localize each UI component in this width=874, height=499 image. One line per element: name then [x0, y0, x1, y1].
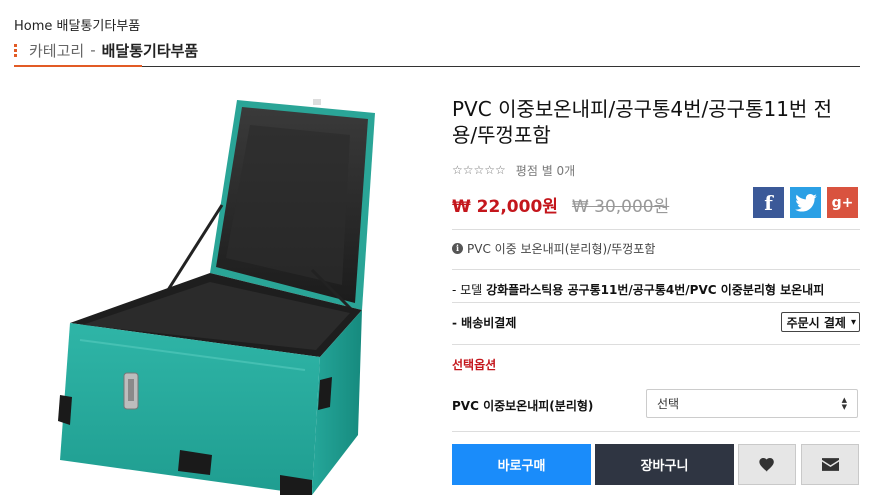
- price-row: ₩ 22,000원 ₩ 30,000원: [452, 192, 670, 217]
- original-price: ₩ 30,000원: [571, 196, 670, 217]
- breadcrumb[interactable]: Home 배달통기타부품: [14, 15, 140, 34]
- option-select[interactable]: 선택 ▲ ▼: [646, 389, 858, 418]
- category-separator: -: [90, 41, 96, 59]
- category-marker-icon: [14, 43, 18, 57]
- shipping-row: - 배송비결제 주문시 결제 ▾: [452, 312, 860, 332]
- model-row: - 모델 강화플라스틱용 공구통11번/공구통4번/PVC 이중분리형 보온내피: [452, 280, 824, 298]
- option-label: PVC 이중보온내피(분리형): [452, 399, 594, 413]
- divider: [452, 229, 860, 230]
- divider: [452, 431, 860, 432]
- buy-now-button[interactable]: 바로구매: [452, 444, 591, 485]
- product-summary: i PVC 이중 보온내피(분리형)/뚜껑포함: [452, 239, 655, 257]
- chevron-down-icon: ▾: [850, 316, 856, 328]
- shipping-label: - 배송비결제: [452, 315, 517, 330]
- divider: [452, 269, 860, 270]
- rating: ☆☆☆☆☆ 평점 별 0개: [452, 161, 575, 179]
- model-label: - 모델: [452, 282, 483, 297]
- select-arrows-icon: ▲ ▼: [841, 395, 847, 411]
- facebook-share-button[interactable]: f: [753, 187, 784, 218]
- info-icon: i: [452, 242, 463, 254]
- twitter-share-button[interactable]: [790, 187, 821, 218]
- share-email-button[interactable]: [801, 444, 859, 485]
- shipping-select-value: 주문시 결제: [786, 315, 846, 330]
- rating-stars-icon: ☆☆☆☆☆: [452, 163, 506, 177]
- facebook-icon: f: [764, 190, 773, 215]
- category-label: 카테고리: [29, 41, 85, 60]
- add-to-cart-button[interactable]: 장바구니: [595, 444, 734, 485]
- twitter-icon: [794, 193, 817, 212]
- envelope-icon: [821, 458, 839, 471]
- googleplus-share-button[interactable]: g+: [827, 187, 858, 218]
- model-value: 강화플라스틱용 공구통11번/공구통4번/PVC 이중분리형 보온내피: [486, 282, 825, 297]
- category-current: 배달통기타부품: [101, 41, 199, 60]
- wishlist-button[interactable]: [738, 444, 796, 485]
- category-divider-accent: [14, 65, 142, 67]
- divider: [452, 302, 860, 303]
- summary-text: PVC 이중 보온내피(분리형)/뚜껑포함: [467, 241, 656, 256]
- shipping-payment-select[interactable]: 주문시 결제 ▾: [780, 312, 860, 332]
- category-header: 카테고리 - 배달통기타부품: [14, 38, 198, 62]
- delivery-box-illustration: [58, 99, 375, 495]
- heart-icon: [759, 457, 774, 472]
- rating-text: 평점 별 0개: [515, 163, 576, 178]
- googleplus-icon: g+: [831, 194, 854, 211]
- option-header: 선택옵션: [452, 358, 497, 372]
- sale-price: ₩ 22,000원: [452, 196, 558, 217]
- option-select-value: 선택: [657, 397, 680, 411]
- product-image[interactable]: [50, 95, 380, 495]
- product-title: PVC 이중보온내피/공구통4번/공구통11번 전용/뚜껑포함: [452, 97, 833, 147]
- divider: [452, 344, 860, 345]
